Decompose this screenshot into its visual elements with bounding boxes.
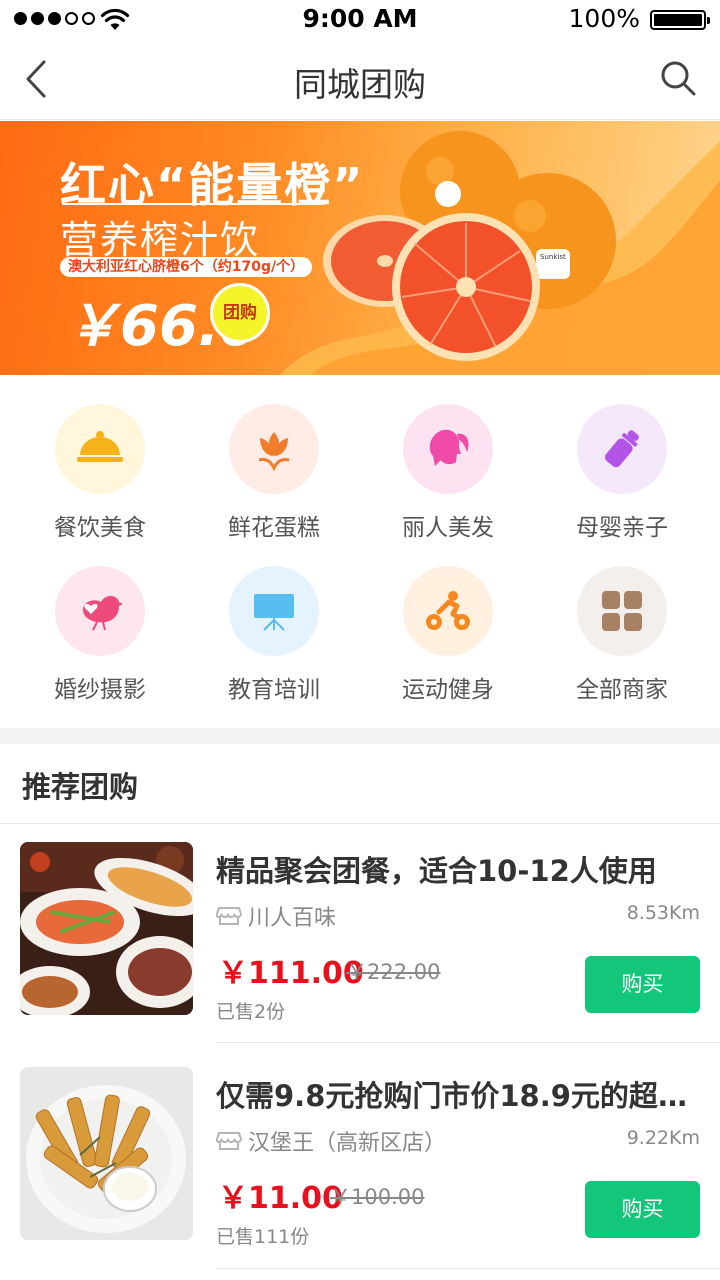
battery-percentage: 100% [568, 4, 640, 33]
status-bar: 9:00 AM 100% [0, 0, 720, 40]
distance: 9.22Km [626, 1127, 700, 1149]
banner-product-spec: 澳大利亚红心脐橙6个（约170g/个） [60, 257, 313, 277]
category-label: 母婴亲子 [576, 515, 668, 541]
buy-button[interactable]: 购买 [585, 956, 700, 1013]
grid-icon [577, 566, 667, 656]
store-icon [216, 1132, 242, 1150]
deal-image [20, 1067, 193, 1240]
original-price: ￥100.00 [330, 1185, 425, 1209]
search-icon[interactable] [658, 58, 698, 98]
category-wedding-photo[interactable]: 婚纱摄影 [13, 566, 187, 716]
sunkist-sticker-text: Sunkist [540, 253, 566, 261]
section-title: 推荐团购 [22, 770, 139, 804]
deal-item[interactable]: 精品聚会团餐，适合10-12人使用 川人百味 8.53Km ￥111.00 ￥2… [0, 842, 720, 1042]
battery-icon [650, 10, 710, 30]
buy-button[interactable]: 购买 [585, 1181, 700, 1238]
category-sports-fitness[interactable]: 运动健身 [361, 566, 535, 716]
cycling-icon [403, 566, 493, 656]
love-bird-icon [55, 566, 145, 656]
category-label: 餐饮美食 [54, 515, 146, 541]
sold-count: 已售2份 [216, 1001, 286, 1023]
projector-board-icon [229, 566, 319, 656]
sold-count: 已售111份 [216, 1226, 310, 1248]
deal-item[interactable]: 仅需9.8元抢购门市价18.9元的超值套餐 汉堡王（高新区店） 9.22Km ￥… [0, 1067, 720, 1267]
category-label: 运动健身 [402, 677, 494, 703]
food-cloche-icon [55, 404, 145, 494]
hairstyle-icon [403, 404, 493, 494]
category-all-merchants[interactable]: 全部商家 [535, 566, 709, 716]
category-grid: 餐饮美食 鲜花蛋糕 丽人美发 母婴亲子 婚纱摄影 教育培训 运动健身 全部商家 [0, 376, 720, 728]
category-mother-baby[interactable]: 母婴亲子 [535, 404, 709, 554]
promo-banner[interactable]: Sunkist 红心“能量橙” 营养榨汁饮 澳大利亚红心脐橙6个（约170g/个… [0, 121, 720, 375]
category-flowers-cake[interactable]: 鲜花蛋糕 [187, 404, 361, 554]
banner-title: 红心“能量橙” [60, 158, 365, 212]
banner-divider [62, 203, 324, 205]
category-education[interactable]: 教育培训 [187, 566, 361, 716]
banner-subtitle: 营养榨汁饮 [60, 218, 261, 262]
store-icon [216, 907, 242, 925]
category-label: 鲜花蛋糕 [228, 515, 320, 541]
flower-icon [229, 404, 319, 494]
deal-image [20, 842, 193, 1015]
category-beauty-hair[interactable]: 丽人美发 [361, 404, 535, 554]
section-divider [0, 728, 720, 744]
navigation-bar: 同城团购 [0, 40, 720, 120]
group-buy-badge: 团购 [210, 283, 270, 343]
store-name: 汉堡王（高新区店） [248, 1131, 447, 1156]
divider [216, 1268, 720, 1269]
divider [216, 1042, 720, 1043]
deal-price: ￥111.00 [218, 956, 364, 991]
divider [0, 823, 720, 824]
deal-title: 精品聚会团餐，适合10-12人使用 [216, 854, 657, 888]
original-price: ￥222.00 [346, 960, 441, 984]
deal-price: ￥11.00 [218, 1181, 343, 1216]
distance: 8.53Km [626, 902, 700, 924]
deal-title: 仅需9.8元抢购门市价18.9元的超值套餐 [216, 1079, 696, 1113]
category-label: 教育培训 [228, 677, 320, 703]
page-title: 同城团购 [294, 65, 426, 104]
category-label: 丽人美发 [402, 515, 494, 541]
category-label: 婚纱摄影 [54, 677, 146, 703]
baby-bottle-icon [577, 404, 667, 494]
category-food[interactable]: 餐饮美食 [13, 404, 187, 554]
category-label: 全部商家 [576, 677, 668, 703]
store-name: 川人百味 [248, 906, 337, 931]
